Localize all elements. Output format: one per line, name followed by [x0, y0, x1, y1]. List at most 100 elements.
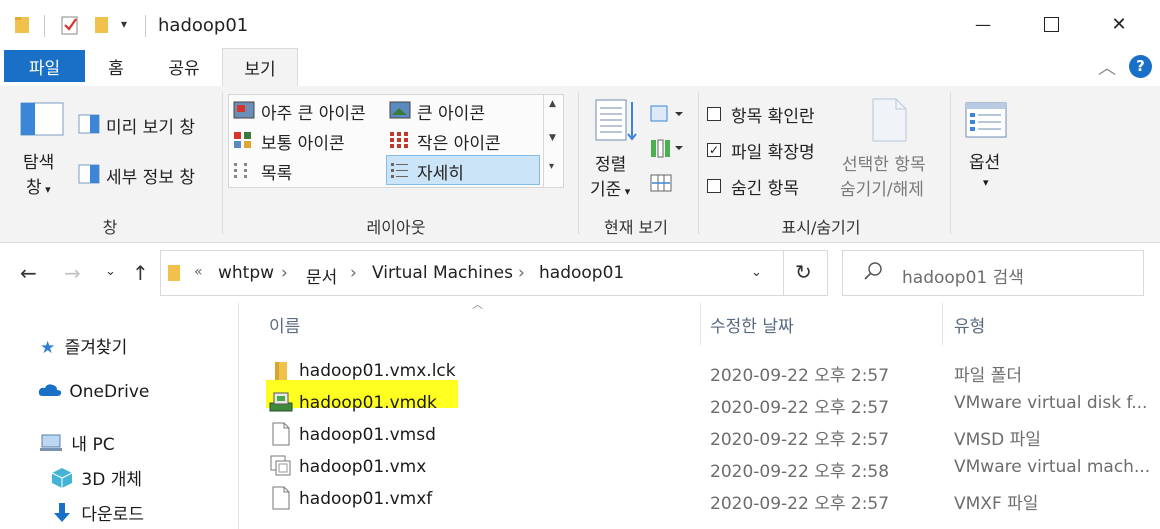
tab-file[interactable]: 파일 — [4, 50, 85, 82]
options-icon — [965, 102, 1007, 142]
nav-item-onedrive[interactable]: OneDrive — [38, 382, 149, 402]
layout-group-label: 레이아웃 — [366, 218, 426, 237]
details-pane-button[interactable]: 세부 정보 창 — [76, 160, 216, 188]
nav-item-3d-objects[interactable]: 3D 개체 — [50, 465, 142, 494]
layout-medium-icons[interactable]: 보통 아이콘 — [230, 126, 382, 154]
file-name: hadoop01.vmx — [299, 457, 427, 477]
hidden-items-toggle[interactable]: 숨긴 항목 — [706, 174, 836, 200]
small-icons-icon — [389, 131, 409, 153]
file-row[interactable]: hadoop01.vmdk 2020-09-22 오후 2:57 VMware … — [260, 388, 1147, 418]
window-title: hadoop01 — [158, 15, 249, 36]
preview-pane-button[interactable]: 미리 보기 창 — [76, 110, 216, 138]
item-check-boxes-toggle[interactable]: 항목 확인란 — [706, 102, 836, 128]
collapse-ribbon-icon[interactable]: ︿ — [1098, 54, 1116, 80]
hide-selected-button[interactable]: 선택한 항목 숨기기/해제 — [838, 94, 942, 204]
file-extensions-checkbox[interactable]: ✓ — [707, 143, 721, 157]
nav-item-downloads[interactable]: 다운로드 — [50, 500, 144, 529]
breadcrumb-item[interactable]: hadoop01 — [539, 263, 624, 283]
folder-icon[interactable] — [14, 15, 32, 39]
customize-dropdown-icon[interactable]: ▾ — [121, 17, 127, 31]
list-icon — [233, 161, 253, 183]
sort-by-button[interactable]: 정렬 기준 ▾ — [586, 96, 642, 204]
nav-item-quick-access[interactable]: ★ 즐겨찾기 — [40, 333, 127, 358]
file-row[interactable]: hadoop01.vmxf 2020-09-22 오후 2:57 VMXF 파일 — [260, 484, 1144, 514]
layout-extra-large-icons[interactable]: 아주 큰 아이콘 — [230, 96, 382, 124]
layout-details[interactable]: 자세히 — [386, 155, 540, 185]
details-pane-icon — [78, 164, 100, 188]
file-type: VMSD 파일 — [954, 430, 1041, 450]
column-header-modified[interactable]: 수정한 날짜 — [710, 312, 794, 337]
size-columns-icon[interactable] — [650, 172, 674, 198]
scroll-down-icon[interactable]: ▼ — [549, 133, 556, 143]
file-type: VMware virtual mach... — [954, 457, 1151, 477]
layout-small-icons[interactable]: 작은 아이콘 — [386, 126, 540, 154]
computer-icon — [40, 434, 64, 457]
nav-item-this-pc[interactable]: 내 PC — [40, 430, 115, 457]
item-check-boxes-checkbox[interactable] — [707, 107, 721, 121]
layout-large-icons[interactable]: 큰 아이콘 — [386, 96, 540, 124]
download-arrow-icon — [50, 502, 74, 529]
column-header-type[interactable]: 유형 — [954, 312, 985, 337]
breadcrumb-item[interactable]: 문서 — [306, 263, 337, 288]
address-overflow-icon[interactable]: « — [194, 264, 203, 280]
recent-locations-chevron-icon[interactable]: ⌄ — [105, 264, 116, 279]
file-row[interactable]: hadoop01.vmx 2020-09-22 오후 2:58 VMware v… — [260, 452, 1150, 482]
vmware-config-icon — [269, 454, 293, 482]
file-icon — [271, 486, 291, 514]
breadcrumb-separator-icon[interactable]: › — [281, 263, 288, 283]
address-dropdown-icon[interactable]: ⌄ — [751, 265, 762, 280]
show-hide-group-label: 표시/숨기기 — [781, 218, 861, 237]
file-name: hadoop01.vmdk — [299, 393, 437, 413]
file-type: 파일 폴더 — [954, 366, 1022, 386]
address-bar[interactable]: « whtpw › 문서 › Virtual Machines › hadoop… — [160, 250, 828, 296]
large-icons-icon — [389, 101, 411, 123]
sort-ascending-indicator-icon: ︿ — [472, 298, 483, 311]
tab-view[interactable]: 보기 — [222, 48, 298, 86]
forward-arrow-icon[interactable]: → — [64, 261, 81, 285]
up-arrow-icon[interactable]: ↑ — [132, 261, 149, 285]
breadcrumb-item[interactable]: whtpw — [218, 263, 274, 283]
file-modified: 2020-09-22 오후 2:57 — [710, 494, 890, 514]
back-arrow-icon[interactable]: ← — [20, 261, 37, 285]
minimize-button[interactable]: — — [960, 0, 1006, 48]
scroll-up-icon[interactable]: ▲ — [549, 99, 556, 109]
search-input[interactable]: hadoop01 검색 — [842, 250, 1144, 296]
navigation-pane-icon — [20, 102, 64, 140]
hide-selected-icon — [870, 96, 910, 148]
cube-icon — [50, 467, 74, 494]
refresh-icon[interactable]: ↻ — [795, 260, 812, 284]
details-icon — [390, 161, 410, 183]
layout-gallery-scrollbar[interactable]: ▲ ▼ ▾ — [543, 95, 563, 187]
tab-share[interactable]: 공유 — [154, 48, 214, 84]
nav-pane-divider[interactable] — [238, 303, 239, 529]
help-icon[interactable]: ? — [1129, 55, 1152, 78]
group-by-icon[interactable] — [650, 104, 684, 128]
file-row[interactable]: hadoop01.vmsd 2020-09-22 오후 2:57 VMSD 파일 — [260, 420, 1144, 450]
gallery-expand-icon[interactable]: ▾ — [549, 161, 554, 172]
tab-home[interactable]: 홈 — [92, 48, 140, 84]
layout-list[interactable]: 목록 — [230, 156, 382, 184]
minimize-icon: — — [975, 14, 991, 34]
hidden-items-checkbox[interactable] — [707, 179, 721, 193]
file-extensions-toggle[interactable]: ✓ 파일 확장명 — [706, 138, 836, 164]
file-name: hadoop01.vmsd — [299, 425, 436, 445]
ribbon: 탐색 창 ▾ 미리 보기 창 세부 정보 창 창 아주 큰 아이콘 큰 아이콘 … — [0, 86, 1160, 243]
column-header-name[interactable]: 이름 — [269, 312, 300, 337]
maximize-button[interactable] — [1028, 0, 1074, 48]
breadcrumb-separator-icon[interactable]: › — [350, 263, 357, 283]
close-icon: ✕ — [1111, 13, 1127, 35]
options-button[interactable]: 옵션 ▾ — [958, 96, 1014, 204]
file-name: hadoop01.vmx.lck — [299, 361, 456, 381]
breadcrumb-item[interactable]: Virtual Machines — [372, 263, 513, 283]
vmware-disk-icon — [268, 389, 294, 417]
ribbon-tab-bar: 파일 홈 공유 보기 ︿ ? — [0, 48, 1160, 86]
navigation-pane-button[interactable]: 탐색 창 ▾ — [14, 96, 68, 204]
panes-group-label: 창 — [102, 218, 118, 237]
properties-check-icon[interactable] — [60, 14, 80, 40]
close-button[interactable]: ✕ — [1096, 0, 1142, 48]
file-row[interactable]: hadoop01.vmx.lck 2020-09-22 오후 2:57 파일 폴… — [260, 356, 1144, 386]
add-columns-icon[interactable] — [650, 138, 684, 164]
current-view-group-label: 현재 보기 — [604, 218, 668, 237]
breadcrumb-separator-icon[interactable]: › — [518, 263, 525, 283]
new-folder-icon[interactable] — [94, 15, 110, 39]
